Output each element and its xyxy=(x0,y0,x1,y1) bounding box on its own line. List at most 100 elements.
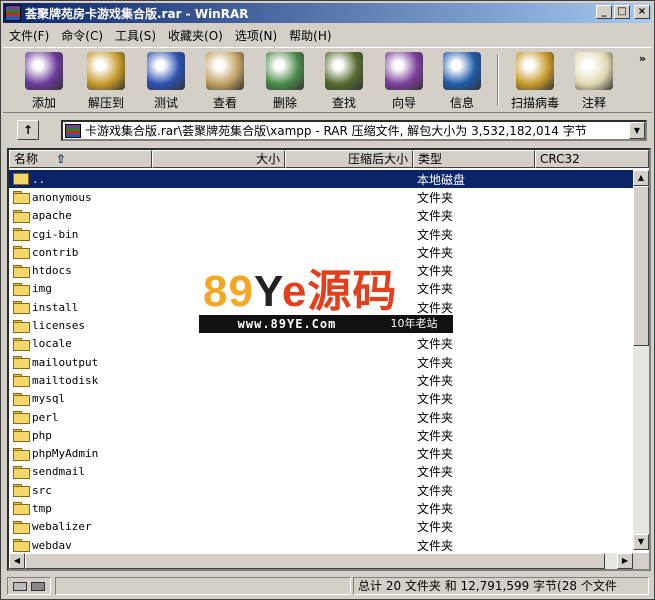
column-crc32[interactable]: CRC32 xyxy=(535,150,649,168)
view-button-label: 查看 xyxy=(212,96,237,110)
list-item[interactable]: sendmail 文件夹 xyxy=(9,463,633,481)
file-name: install xyxy=(32,300,79,314)
delete-icon xyxy=(266,52,304,90)
info-button-label: 信息 xyxy=(449,96,474,110)
column-size[interactable]: 大小 xyxy=(152,150,285,168)
title-bar[interactable]: 荟聚牌苑房卡游戏集合版.rar - WinRAR _ □ × xyxy=(3,3,652,23)
file-name-cell: install xyxy=(9,300,149,315)
add-archive-icon xyxy=(25,52,63,90)
wizard-button[interactable]: 向导 xyxy=(375,52,433,112)
menu-help[interactable]: 帮助(H) xyxy=(283,27,337,44)
list-item[interactable]: mailtodisk 文件夹 xyxy=(9,371,633,389)
folder-icon xyxy=(13,502,30,516)
list-item[interactable]: contrib 文件夹 xyxy=(9,243,633,261)
folder-icon xyxy=(13,228,30,242)
maximize-button[interactable]: □ xyxy=(614,5,630,19)
list-item[interactable]: apache 文件夹 xyxy=(9,207,633,225)
file-name: webalizer xyxy=(32,520,92,534)
parent-folder-row[interactable]: .. 本地磁盘 xyxy=(9,170,633,189)
file-type: 文件夹 xyxy=(417,227,454,242)
network-icon xyxy=(31,581,45,591)
file-type: 文件夹 xyxy=(417,447,454,462)
add-button-label: 添加 xyxy=(31,96,56,110)
list-item[interactable]: php 文件夹 xyxy=(9,426,633,444)
file-type: 文件夹 xyxy=(417,428,454,443)
folder-icon xyxy=(13,209,30,223)
drive-indicator[interactable] xyxy=(7,577,51,595)
column-packed-size[interactable]: 压缩后大小 xyxy=(285,150,413,168)
horizontal-scroll-thumb[interactable] xyxy=(25,553,605,569)
list-item[interactable]: img 文件夹 xyxy=(9,280,633,298)
list-item[interactable]: src 文件夹 xyxy=(9,481,633,499)
minimize-button[interactable]: _ xyxy=(596,5,612,19)
file-type: 文件夹 xyxy=(417,392,454,407)
list-item[interactable]: perl 文件夹 xyxy=(9,408,633,426)
info-icon xyxy=(443,52,481,90)
winrar-app-icon[interactable] xyxy=(5,5,21,21)
column-header: 名称 ⇧ 大小 压缩后大小 类型 CRC32 xyxy=(9,150,649,168)
comment-button[interactable]: 注释 xyxy=(565,52,623,112)
virus-scan-button[interactable]: 扫描病毒 xyxy=(503,52,567,112)
list-item[interactable]: licenses 文件夹 xyxy=(9,316,633,334)
list-item[interactable]: htdocs 文件夹 xyxy=(9,261,633,279)
file-type: 文件夹 xyxy=(417,538,454,553)
list-item[interactable]: webalizer 文件夹 xyxy=(9,518,633,536)
scroll-down-arrow-icon[interactable]: ▼ xyxy=(633,534,649,550)
vertical-scroll-thumb[interactable] xyxy=(633,186,649,346)
extract-to-button[interactable]: 解压到 xyxy=(77,52,135,112)
extract-icon xyxy=(87,52,125,90)
file-rows: .. 本地磁盘 anonymous 文件夹 apache 文件夹 cgi-bin 文件夹 con… xyxy=(9,170,633,554)
file-name-cell: perl xyxy=(9,411,149,424)
menu-favorites[interactable]: 收藏夹(O) xyxy=(162,27,229,44)
list-item[interactable]: anonymous 文件夹 xyxy=(9,188,633,206)
menu-commands[interactable]: 命令(C) xyxy=(55,27,109,44)
scrollbar-corner xyxy=(633,553,649,569)
list-item[interactable]: webdav 文件夹 xyxy=(9,536,633,554)
vertical-scrollbar[interactable]: ▲ ▼ xyxy=(633,170,649,550)
menu-file[interactable]: 文件(F) xyxy=(3,27,55,44)
drive-icon xyxy=(13,581,27,591)
list-item[interactable]: phpMyAdmin 文件夹 xyxy=(9,444,633,462)
file-name-cell: mailtodisk xyxy=(9,374,149,388)
file-name-cell: cgi-bin xyxy=(9,228,149,242)
virus-scan-button-label: 扫描病毒 xyxy=(510,96,559,110)
file-name-cell: php xyxy=(9,428,149,443)
delete-button[interactable]: 删除 xyxy=(256,52,314,112)
list-item[interactable]: tmp 文件夹 xyxy=(9,499,633,517)
horizontal-scrollbar[interactable]: ◀ ▶ xyxy=(9,553,633,569)
add-button[interactable]: 添加 xyxy=(15,52,73,112)
file-name: php xyxy=(32,428,52,442)
find-button[interactable]: 查找 xyxy=(315,52,373,112)
list-item[interactable]: locale 文件夹 xyxy=(9,335,633,353)
folder-icon xyxy=(13,429,30,443)
folder-icon xyxy=(13,301,30,315)
file-type: 文件夹 xyxy=(417,190,454,205)
scroll-right-arrow-icon[interactable]: ▶ xyxy=(617,553,633,569)
toolbar-more-chevron-icon[interactable]: » xyxy=(639,52,646,65)
path-dropdown-arrow-icon[interactable]: ▼ xyxy=(629,122,645,139)
info-button[interactable]: 信息 xyxy=(433,52,491,112)
delete-button-label: 删除 xyxy=(272,96,297,110)
file-name-cell: src xyxy=(9,484,149,498)
scroll-left-arrow-icon[interactable]: ◀ xyxy=(9,553,25,569)
scroll-up-arrow-icon[interactable]: ▲ xyxy=(633,170,649,186)
test-button[interactable]: 测试 xyxy=(137,52,195,112)
list-item[interactable]: mysql 文件夹 xyxy=(9,390,633,408)
rar-archive-icon xyxy=(65,123,81,138)
close-button[interactable]: × xyxy=(634,5,650,19)
path-combobox[interactable]: 卡游戏集合版.rar\荟聚牌苑集合版\xampp - RAR 压缩文件, 解包大… xyxy=(61,120,647,141)
file-name-cell: sendmail xyxy=(9,465,149,479)
column-name[interactable]: 名称 ⇧ xyxy=(9,150,152,168)
column-type[interactable]: 类型 xyxy=(413,150,535,168)
folder-icon xyxy=(13,191,30,205)
menu-tools[interactable]: 工具(S) xyxy=(109,27,162,44)
up-folder-button[interactable]: ↑ xyxy=(17,120,39,140)
wizard-icon xyxy=(385,52,423,90)
file-name: .. xyxy=(32,172,46,186)
view-button[interactable]: 查看 xyxy=(196,52,254,112)
list-item[interactable]: install 文件夹 xyxy=(9,298,633,316)
list-item[interactable]: cgi-bin 文件夹 xyxy=(9,225,633,243)
menu-options[interactable]: 选项(N) xyxy=(229,27,283,44)
file-type: 本地磁盘 xyxy=(417,172,466,187)
list-item[interactable]: mailoutput 文件夹 xyxy=(9,353,633,371)
